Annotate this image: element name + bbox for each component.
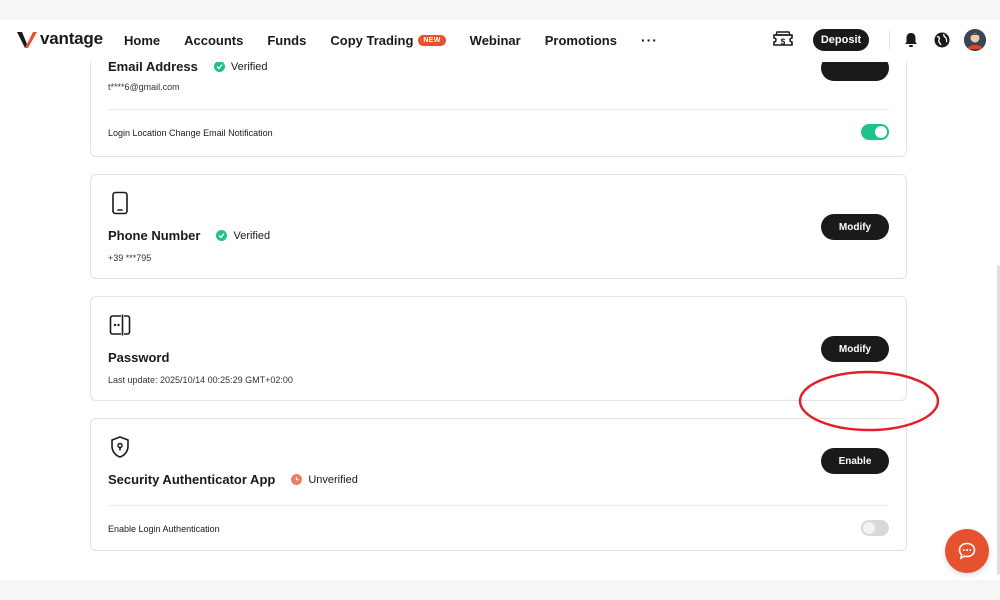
browser-top-strip [0,0,1000,20]
login-location-notification-toggle[interactable] [861,124,889,140]
phone-status-text: Verified [233,229,271,242]
avatar-image-icon [964,29,986,51]
security-authenticator-card: Security Authenticator App Unverified En… [90,418,907,551]
phone-status: Verified [216,230,270,242]
login-location-notification-label: Login Location Change Email Notification [108,128,273,138]
avatar[interactable] [964,29,986,51]
nav-item-copy-trading[interactable]: Copy Trading NEW [330,32,446,48]
password-card: Password Last update: 2025/10/14 00:25:2… [90,296,907,401]
vantage-logo[interactable]: vantage [16,28,103,50]
nav-divider [889,31,890,49]
auth-status-text: Unverified [308,473,358,486]
security-settings-content: Email Address Verified t****6@gmail.com … [0,42,1000,580]
nav-item-home[interactable]: Home [124,33,160,48]
globe-icon[interactable] [933,31,951,49]
nav-item-promotions[interactable]: Promotions [545,33,617,48]
top-navbar: vantage Home Accounts Funds Copy Trading… [0,20,1000,62]
nav-menu: Home Accounts Funds Copy Trading NEW Web… [124,32,682,48]
auth-card-title: Security Authenticator App Unverified [108,472,358,487]
nav-right-actions: $ Deposit [771,28,986,52]
unverified-clock-icon [291,474,303,485]
chat-icon [958,542,976,560]
chat-button[interactable] [945,529,989,573]
toggle-knob [863,522,875,534]
svg-text:$: $ [781,38,786,47]
phone-value: +39 ***795 [108,253,152,263]
password-icon [109,314,131,336]
email-value: t****6@gmail.com [108,82,180,92]
auth-enable-button[interactable]: Enable [821,448,889,474]
more-menu-button[interactable]: ··· [641,32,658,48]
auth-status: Unverified [291,474,358,486]
phone-number-card: Phone Number Verified +39 ***795 Modify [90,174,907,279]
nav-item-accounts[interactable]: Accounts [184,33,243,48]
email-status-text: Verified [230,60,268,73]
nav-item-copy-trading-label: Copy Trading [330,32,414,48]
login-authentication-toggle[interactable] [861,520,889,536]
phone-card-title-text: Phone Number [108,228,201,243]
shield-icon [111,436,129,458]
phone-icon [112,191,128,215]
password-modify-button[interactable]: Modify [821,336,889,362]
phone-card-title: Phone Number Verified [108,228,270,243]
nav-item-funds[interactable]: Funds [267,33,306,48]
email-card-divider [108,109,889,110]
nav-item-webinar[interactable]: Webinar [470,33,521,48]
password-card-title: Password [108,350,170,365]
password-last-update: Last update: 2025/10/14 00:25:29 GMT+02:… [108,375,293,385]
toggle-knob [875,126,887,138]
email-status: Verified [213,60,268,73]
auth-card-title-text: Security Authenticator App [108,472,276,487]
ticket-dollar-icon[interactable]: $ [771,28,795,52]
browser-bottom-strip [0,580,1000,600]
verified-check-icon [213,61,225,72]
verified-check-icon [216,230,228,241]
auth-card-divider [108,505,889,506]
login-authentication-label: Enable Login Authentication [108,524,220,534]
bell-icon[interactable] [902,31,920,49]
new-badge: NEW [418,34,446,46]
deposit-button[interactable]: Deposit [813,29,869,51]
vantage-logo-mark-icon [17,32,37,48]
phone-modify-button[interactable]: Modify [821,214,889,240]
brand-name: vantage [40,29,103,48]
